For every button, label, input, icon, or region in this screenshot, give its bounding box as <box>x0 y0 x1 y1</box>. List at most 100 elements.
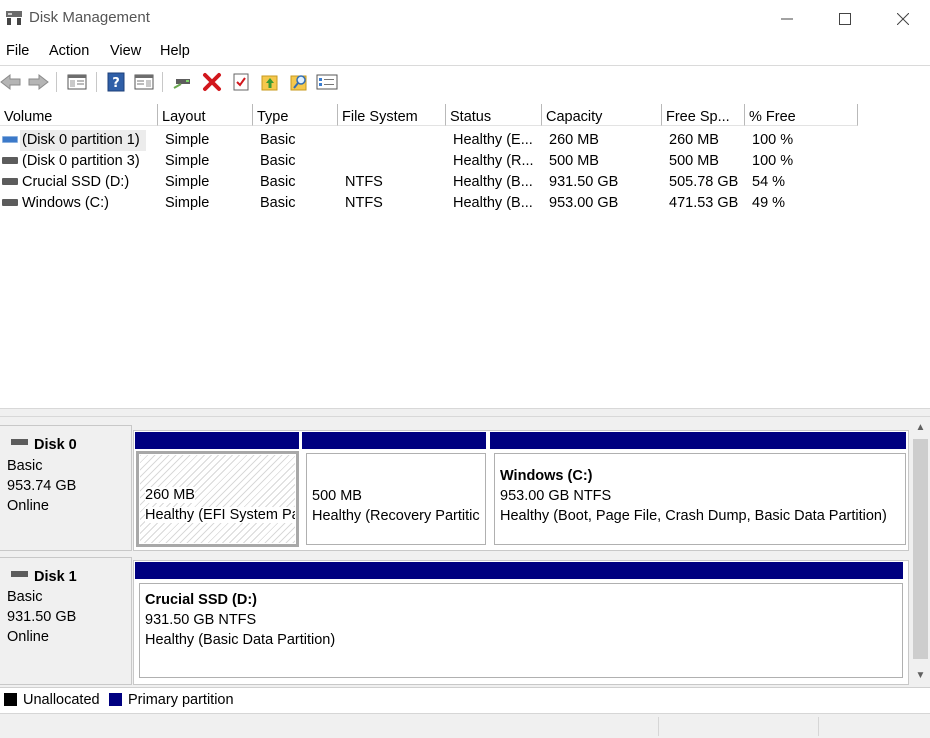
column-header-layout[interactable]: Layout <box>158 104 253 126</box>
volume-icon <box>2 199 18 206</box>
title-bar: Disk Management <box>0 0 930 37</box>
disk-icon <box>11 439 28 445</box>
cell-free-space: 505.78 GB <box>669 174 739 190</box>
vertical-scrollbar[interactable]: ▲ ▼ <box>911 417 930 687</box>
cell-volume: (Disk 0 partition 1) <box>20 130 146 151</box>
disk-name: Disk 0 <box>34 437 77 453</box>
disk-1-partitions: Crucial SSD (D:) 931.50 GB NTFS Healthy … <box>133 560 909 685</box>
legend-label-primary: Primary partition <box>128 692 234 708</box>
menu-action[interactable]: Action <box>49 43 89 59</box>
disk-map: Disk 0 Basic 953.74 GB Online 260 MB Hea… <box>0 417 930 687</box>
partition-header <box>135 432 299 449</box>
check-button[interactable] <box>230 71 252 93</box>
cell-free-space: 260 MB <box>669 132 719 148</box>
menu-bar: File Action View Help <box>0 37 930 65</box>
cell-status: Healthy (E... <box>453 132 533 148</box>
partition-header <box>302 432 486 449</box>
table-row[interactable]: (Disk 0 partition 3) Simple Basic Health… <box>0 151 930 172</box>
properties-button[interactable] <box>316 71 338 93</box>
disk-name: Disk 1 <box>34 569 77 585</box>
show-hide-console-tree-button[interactable] <box>66 71 88 93</box>
legend-label-unallocated: Unallocated <box>23 692 100 708</box>
table-row[interactable]: Windows (C:) Simple Basic NTFS Healthy (… <box>0 193 930 214</box>
cell-status: Healthy (R... <box>453 153 534 169</box>
column-header-status[interactable]: Status <box>446 104 542 126</box>
help-button[interactable]: ? <box>105 71 127 93</box>
partition-efi[interactable]: 260 MB Healthy (EFI System Pa <box>140 455 295 543</box>
show-hide-console-tree-icon <box>67 74 87 90</box>
minimize-button[interactable] <box>758 0 816 37</box>
forward-arrow-icon <box>28 73 49 91</box>
back-arrow-icon <box>0 73 21 91</box>
delete-button[interactable] <box>201 71 223 93</box>
connect-virtual-disk-button[interactable] <box>172 71 194 93</box>
cell-capacity: 500 MB <box>549 153 599 169</box>
scroll-thumb[interactable] <box>913 439 928 659</box>
cell-status: Healthy (B... <box>453 174 533 190</box>
show-hide-action-pane-button[interactable] <box>133 71 155 93</box>
maximize-icon <box>839 12 851 25</box>
cell-volume: (Disk 0 partition 3) <box>22 153 140 169</box>
column-header-file-system[interactable]: File System <box>338 104 446 126</box>
back-button[interactable] <box>0 71 22 93</box>
cell-type: Basic <box>260 195 296 211</box>
disk-1-label[interactable]: Disk 1 Basic 931.50 GB Online <box>0 557 132 685</box>
partition-windows[interactable]: Windows (C:) 953.00 GB NTFS Healthy (Boo… <box>494 453 906 545</box>
cell-layout: Simple <box>165 195 210 211</box>
maximize-button[interactable] <box>816 0 874 37</box>
partition-status: Healthy (EFI System Pa <box>145 507 295 523</box>
disk-0-label[interactable]: Disk 0 Basic 953.74 GB Online <box>0 425 132 551</box>
column-header-type[interactable]: Type <box>253 104 338 126</box>
menu-file[interactable]: File <box>6 43 29 59</box>
cell-percent-free: 100 % <box>752 153 794 169</box>
properties-icon <box>316 74 338 90</box>
column-header-percent-free[interactable]: % Free <box>745 104 858 126</box>
column-header-free-space[interactable]: Free Sp... <box>662 104 745 126</box>
column-header-volume[interactable]: Volume <box>0 104 158 126</box>
volume-icon <box>2 136 18 143</box>
cell-type: Basic <box>260 132 296 148</box>
window-title: Disk Management <box>29 9 150 26</box>
cell-volume: Windows (C:) <box>22 195 110 211</box>
partition-size: 931.50 GB NTFS <box>145 612 257 628</box>
cell-capacity: 953.00 GB <box>549 195 619 211</box>
legend-swatch-unallocated <box>4 693 17 706</box>
partition-crucial-ssd[interactable]: Crucial SSD (D:) 931.50 GB NTFS Healthy … <box>139 583 903 678</box>
partition-size: 953.00 GB NTFS <box>500 488 612 504</box>
scroll-up-arrow-icon[interactable]: ▲ <box>911 419 930 436</box>
folder-up-icon <box>261 75 278 91</box>
cell-percent-free: 100 % <box>752 132 794 148</box>
forward-button[interactable] <box>27 71 49 93</box>
close-button[interactable] <box>874 0 930 37</box>
disk-status: Online <box>7 629 49 645</box>
partition-status: Healthy (Recovery Partitic <box>312 508 480 524</box>
column-header-capacity[interactable]: Capacity <box>542 104 662 126</box>
cell-file-system: NTFS <box>345 195 383 211</box>
pane-splitter[interactable] <box>0 408 930 417</box>
menu-help[interactable]: Help <box>160 43 190 59</box>
status-bar <box>0 713 930 738</box>
menu-view[interactable]: View <box>110 43 141 59</box>
folder-up-button[interactable] <box>259 71 281 93</box>
disk-management-icon <box>5 10 23 26</box>
folder-search-button[interactable] <box>288 71 310 93</box>
svg-text:?: ? <box>112 76 120 91</box>
table-row[interactable]: (Disk 0 partition 1) Simple Basic Health… <box>0 130 930 151</box>
disk-size: 931.50 GB <box>7 609 77 625</box>
table-row[interactable]: Crucial SSD (D:) Simple Basic NTFS Healt… <box>0 172 930 193</box>
volume-icon <box>2 157 18 164</box>
cell-layout: Simple <box>165 132 210 148</box>
folder-search-icon <box>290 75 307 91</box>
cell-type: Basic <box>260 174 296 190</box>
scroll-down-arrow-icon[interactable]: ▼ <box>911 667 930 684</box>
cell-status: Healthy (B... <box>453 195 533 211</box>
disk-icon <box>11 571 28 577</box>
legend-swatch-primary <box>109 693 122 706</box>
disk-type: Basic <box>7 589 43 605</box>
partition-title: Windows (C:) <box>500 468 593 484</box>
legend: Unallocated Primary partition <box>0 687 930 713</box>
help-icon: ? <box>107 72 125 92</box>
check-icon <box>233 73 249 91</box>
partition-recovery[interactable]: 500 MB Healthy (Recovery Partitic <box>306 453 486 545</box>
cell-capacity: 260 MB <box>549 132 599 148</box>
